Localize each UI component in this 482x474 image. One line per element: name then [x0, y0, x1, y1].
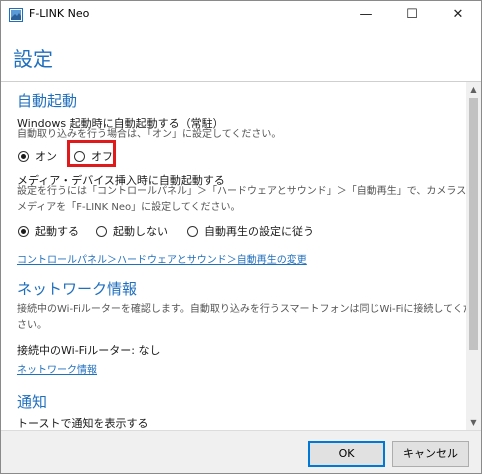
- settings-window: F-LINK Neo — ☐ ✕ 設定 自動起動 Windows 起動時に自動起…: [0, 0, 482, 474]
- network-desc-2: さい。: [17, 320, 47, 331]
- auto-start-heading: 自動起動: [17, 92, 78, 110]
- network-desc-1: 接続中のWi-Fiルーターを確認します。自動取り込みを行うスマートフォンは同じW…: [17, 304, 466, 315]
- app-icon: [9, 8, 23, 22]
- ok-button[interactable]: OK: [308, 441, 385, 467]
- connected-router-label: 接続中のWi-Fiルーター: なし: [17, 344, 161, 357]
- radio-media-no-launch[interactable]: 起動しない: [96, 223, 168, 239]
- network-info-link[interactable]: ネットワーク情報: [17, 361, 97, 376]
- radio-launch-indicator: [18, 225, 29, 237]
- toast-notification-label: トーストで通知を表示する: [17, 417, 149, 430]
- radio-autostart-on[interactable]: オン: [18, 148, 57, 164]
- scroll-up-icon[interactable]: ▲: [466, 82, 481, 97]
- radio-autostart-on-label: オン: [35, 150, 57, 163]
- radio-media-no-launch-label: 起動しない: [113, 225, 168, 238]
- autoplay-settings-link[interactable]: コントロールパネル＞ハードウェアとサウンド＞自動再生の変更: [17, 251, 307, 266]
- dialog-footer: OK キャンセル: [1, 430, 481, 473]
- minimize-button[interactable]: —: [343, 1, 389, 29]
- highlight-box: [67, 140, 116, 167]
- settings-content: 自動起動 Windows 起動時に自動起動する（常駐） 自動取り込みを行う場合は…: [1, 82, 466, 430]
- radio-media-launch-label: 起動する: [35, 225, 79, 238]
- page-title: 設定: [13, 47, 53, 71]
- close-button[interactable]: ✕: [435, 1, 481, 29]
- radio-media-follow-autoplay-label: 自動再生の設定に従う: [204, 225, 314, 238]
- radio-follow-autoplay-indicator: [187, 225, 198, 237]
- radio-no-launch-indicator: [96, 225, 107, 237]
- network-heading: ネットワーク情報: [17, 280, 138, 298]
- maximize-button[interactable]: ☐: [389, 1, 435, 29]
- media-autostart-desc-2: メディアを「F-LINK Neo」に設定してください。: [17, 202, 241, 213]
- window-title: F-LINK Neo: [29, 7, 90, 20]
- radio-media-follow-autoplay[interactable]: 自動再生の設定に従う: [187, 223, 314, 239]
- media-autostart-desc-1: 設定を行うには「コントロールパネル」＞「ハードウェアとサウンド」＞「自動再生」で…: [17, 186, 466, 197]
- vertical-scrollbar[interactable]: ▲ ▼: [466, 82, 481, 430]
- radio-media-launch[interactable]: 起動する: [18, 223, 79, 239]
- radio-on-indicator: [18, 150, 29, 162]
- cancel-button[interactable]: キャンセル: [392, 441, 469, 467]
- title-bar[interactable]: F-LINK Neo — ☐ ✕: [1, 1, 481, 29]
- notification-heading: 通知: [17, 393, 48, 411]
- scroll-down-icon[interactable]: ▼: [466, 415, 481, 430]
- windows-autostart-desc: 自動取り込みを行う場合は、「オン」に設定してください。: [17, 129, 282, 140]
- scroll-thumb[interactable]: [469, 98, 478, 350]
